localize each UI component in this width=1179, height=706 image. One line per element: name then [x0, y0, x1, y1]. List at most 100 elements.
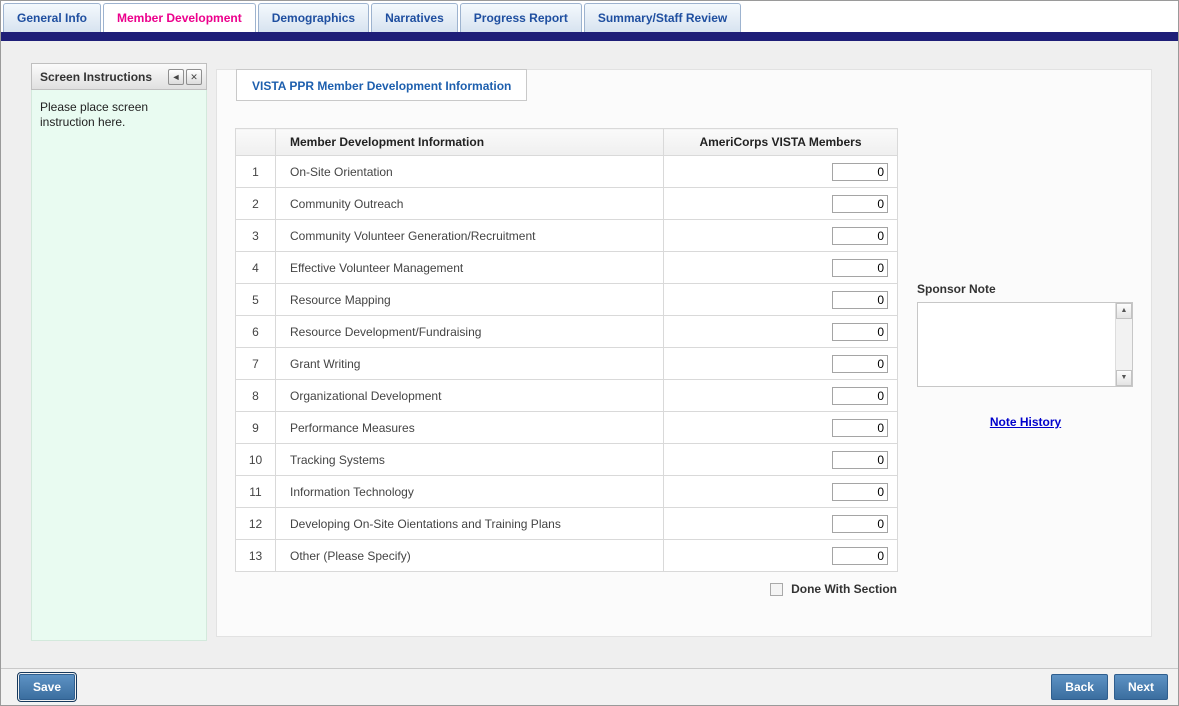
row-value-cell — [664, 412, 898, 444]
table-row: 4Effective Volunteer Management — [236, 252, 898, 284]
note-history-link[interactable]: Note History — [917, 415, 1134, 429]
collapse-panel-icon[interactable]: ◄ — [168, 69, 184, 85]
table-row: 8Organizational Development — [236, 380, 898, 412]
row-label: Other (Please Specify) — [276, 540, 664, 572]
row-number: 7 — [236, 348, 276, 380]
sponsor-note-box: ▲ ▼ — [917, 302, 1133, 387]
header-number-col — [236, 129, 276, 156]
table-row: 9Performance Measures — [236, 412, 898, 444]
row-label: Community Volunteer Generation/Recruitme… — [276, 220, 664, 252]
vista-members-input[interactable] — [832, 163, 888, 181]
member-dev-rows: 1On-Site Orientation2Community Outreach3… — [236, 156, 898, 572]
vista-members-input[interactable] — [832, 291, 888, 309]
row-value-cell — [664, 188, 898, 220]
row-number: 1 — [236, 156, 276, 188]
row-value-cell — [664, 540, 898, 572]
done-with-section-row: Done With Section — [235, 582, 897, 596]
row-number: 6 — [236, 316, 276, 348]
table-row: 6Resource Development/Fundraising — [236, 316, 898, 348]
screen-instructions-body: Please place screen instruction here. — [31, 90, 207, 641]
vista-members-input[interactable] — [832, 547, 888, 565]
back-button[interactable]: Back — [1051, 674, 1108, 700]
vista-members-input[interactable] — [832, 227, 888, 245]
vista-members-input[interactable] — [832, 387, 888, 405]
table-row: 5Resource Mapping — [236, 284, 898, 316]
done-with-section-label: Done With Section — [791, 582, 897, 596]
screen-instructions-panel: Screen Instructions ◄ ✕ Please place scr… — [31, 63, 207, 641]
row-value-cell — [664, 252, 898, 284]
vista-members-input[interactable] — [832, 451, 888, 469]
row-label: Tracking Systems — [276, 444, 664, 476]
tab-general-info[interactable]: General Info — [3, 3, 101, 32]
row-label: Information Technology — [276, 476, 664, 508]
table-row: 13Other (Please Specify) — [236, 540, 898, 572]
table-row: 10Tracking Systems — [236, 444, 898, 476]
row-number: 11 — [236, 476, 276, 508]
main-tabbar: General Info Member Development Demograp… — [1, 1, 1178, 32]
footer-bar: Save Back Next — [1, 668, 1178, 705]
vista-members-input[interactable] — [832, 355, 888, 373]
row-number: 5 — [236, 284, 276, 316]
row-number: 10 — [236, 444, 276, 476]
row-value-cell — [664, 476, 898, 508]
tab-progress-report[interactable]: Progress Report — [460, 3, 582, 32]
close-panel-icon[interactable]: ✕ — [186, 69, 202, 85]
vista-members-input[interactable] — [832, 419, 888, 437]
screen-instructions-header: Screen Instructions ◄ ✕ — [31, 63, 207, 90]
ppr-application-window: General Info Member Development Demograp… — [0, 0, 1179, 706]
row-label: Grant Writing — [276, 348, 664, 380]
row-label: Resource Development/Fundraising — [276, 316, 664, 348]
row-value-cell — [664, 508, 898, 540]
vista-members-input[interactable] — [832, 323, 888, 341]
row-value-cell — [664, 444, 898, 476]
row-value-cell — [664, 220, 898, 252]
scroll-down-icon[interactable]: ▼ — [1116, 370, 1132, 386]
header-info-col: Member Development Information — [276, 129, 664, 156]
vista-members-input[interactable] — [832, 195, 888, 213]
member-development-panel: VISTA PPR Member Development Information… — [216, 69, 1152, 637]
tab-summary-staff-review[interactable]: Summary/Staff Review — [584, 3, 741, 32]
sponsor-note-label: Sponsor Note — [917, 282, 1134, 296]
row-value-cell — [664, 380, 898, 412]
sponsor-note-input[interactable] — [918, 303, 1115, 386]
row-label: Developing On-Site Oientations and Train… — [276, 508, 664, 540]
tab-demographics[interactable]: Demographics — [258, 3, 369, 32]
row-number: 4 — [236, 252, 276, 284]
workspace: Screen Instructions ◄ ✕ Please place scr… — [1, 41, 1178, 670]
row-number: 12 — [236, 508, 276, 540]
vista-members-input[interactable] — [832, 483, 888, 501]
vista-members-input[interactable] — [832, 515, 888, 533]
table-row: 7Grant Writing — [236, 348, 898, 380]
row-label: Performance Measures — [276, 412, 664, 444]
panel-title: VISTA PPR Member Development Information — [236, 69, 527, 101]
table-row: 3Community Volunteer Generation/Recruitm… — [236, 220, 898, 252]
vista-members-input[interactable] — [832, 259, 888, 277]
member-development-table-wrap: Member Development Information AmeriCorp… — [235, 128, 897, 572]
table-row: 11Information Technology — [236, 476, 898, 508]
table-row: 1On-Site Orientation — [236, 156, 898, 188]
row-number: 9 — [236, 412, 276, 444]
row-label: Effective Volunteer Management — [276, 252, 664, 284]
row-number: 3 — [236, 220, 276, 252]
table-row: 2Community Outreach — [236, 188, 898, 220]
row-label: Community Outreach — [276, 188, 664, 220]
save-button[interactable]: Save — [19, 674, 75, 700]
row-number: 13 — [236, 540, 276, 572]
row-value-cell — [664, 156, 898, 188]
table-row: 12Developing On-Site Oientations and Tra… — [236, 508, 898, 540]
sponsor-note-scrollbar[interactable]: ▲ ▼ — [1115, 303, 1132, 386]
header-members-col: AmeriCorps VISTA Members — [664, 129, 898, 156]
row-label: Organizational Development — [276, 380, 664, 412]
member-development-table: Member Development Information AmeriCorp… — [235, 128, 898, 572]
row-number: 8 — [236, 380, 276, 412]
sponsor-note-section: Sponsor Note ▲ ▼ Note History — [917, 282, 1134, 429]
tab-narratives[interactable]: Narratives — [371, 3, 458, 32]
next-button[interactable]: Next — [1114, 674, 1168, 700]
tabbar-underline — [1, 32, 1178, 41]
row-label: On-Site Orientation — [276, 156, 664, 188]
row-value-cell — [664, 284, 898, 316]
done-with-section-checkbox[interactable] — [770, 583, 783, 596]
screen-instructions-text: Please place screen instruction here. — [40, 100, 148, 129]
tab-member-development[interactable]: Member Development — [103, 3, 256, 32]
scroll-up-icon[interactable]: ▲ — [1116, 303, 1132, 319]
